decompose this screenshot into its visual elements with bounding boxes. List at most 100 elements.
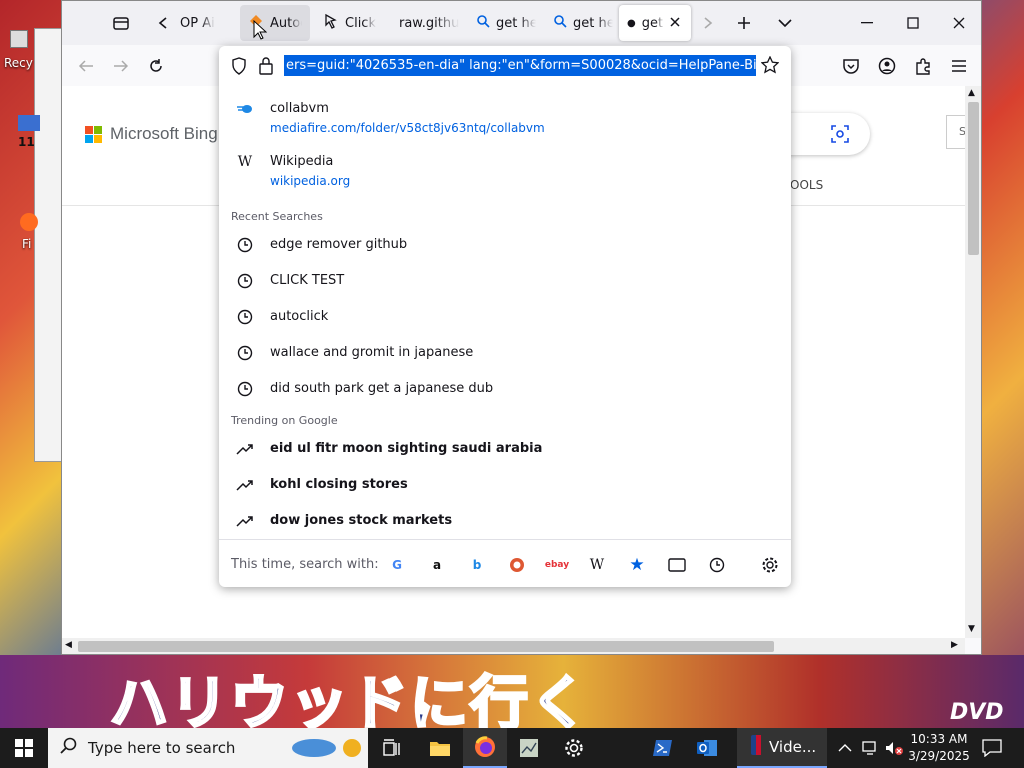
minimize-icon[interactable] bbox=[844, 1, 890, 45]
desktop-icon[interactable]: 11 bbox=[4, 115, 44, 149]
close-window-icon[interactable] bbox=[936, 1, 982, 45]
bookmark-star-icon[interactable] bbox=[760, 55, 780, 78]
recent-search-text: CLICK TEST bbox=[270, 273, 345, 288]
list-all-tabs-icon[interactable] bbox=[773, 11, 797, 35]
duckduckgo-icon[interactable] bbox=[506, 554, 528, 576]
trending-icon bbox=[236, 476, 254, 494]
suggestion-url: wikipedia.org bbox=[270, 174, 351, 188]
history-icon bbox=[236, 272, 254, 290]
bing-logo[interactable]: Microsoft Bing bbox=[85, 124, 218, 144]
clock-date: 3/29/2025 bbox=[908, 749, 970, 763]
task-view-icon[interactable] bbox=[370, 728, 414, 768]
forward-icon[interactable] bbox=[107, 53, 135, 79]
trending-item[interactable]: eid ul fitr moon sighting saudi arabia bbox=[219, 434, 791, 464]
video-app-button[interactable]: Vide... bbox=[737, 728, 827, 768]
recent-search-item[interactable]: did south park get a japanese dub bbox=[219, 374, 791, 404]
scroll-tabs-right-icon[interactable] bbox=[696, 11, 720, 35]
file-explorer-icon[interactable] bbox=[418, 728, 462, 768]
powershell-icon[interactable] bbox=[641, 728, 685, 768]
tab-label: OP Ai bbox=[180, 15, 215, 31]
trending-item[interactable]: kohl closing stores bbox=[219, 470, 791, 500]
recent-search-item[interactable]: edge remover github bbox=[219, 230, 791, 260]
scroll-up-icon[interactable]: ▲ bbox=[968, 88, 975, 98]
clock-time: 10:33 AM bbox=[910, 732, 968, 746]
app-icon[interactable] bbox=[507, 728, 551, 768]
horizontal-scroll-thumb[interactable] bbox=[78, 641, 774, 652]
sign-in-button[interactable]: S bbox=[946, 115, 966, 149]
firefox-taskbar-icon[interactable] bbox=[463, 728, 507, 768]
volume-muted-icon[interactable] bbox=[884, 728, 904, 768]
tab-autoclick[interactable]: Autoc bbox=[240, 5, 310, 41]
suggestion-wikipedia[interactable]: W Wikipedia wikipedia.org bbox=[219, 151, 791, 193]
tab-get-help-1[interactable]: get he bbox=[468, 5, 544, 41]
trending-item[interactable]: dow jones stock markets bbox=[219, 506, 791, 536]
bookmarks-icon[interactable]: ★ bbox=[626, 554, 648, 576]
network-icon[interactable] bbox=[862, 728, 880, 768]
scroll-left-icon[interactable]: ◀ bbox=[65, 640, 72, 650]
clock[interactable]: 10:33 AM 3/29/2025 bbox=[904, 731, 974, 765]
firefox-desktop-icon[interactable]: Fi bbox=[4, 213, 44, 251]
tabs-icon[interactable] bbox=[666, 554, 688, 576]
search-icon bbox=[476, 14, 490, 32]
show-hidden-icons[interactable] bbox=[838, 728, 852, 768]
new-tab-icon[interactable] bbox=[732, 11, 756, 35]
mediafire-icon bbox=[236, 100, 254, 118]
vertical-scroll-thumb[interactable] bbox=[968, 102, 979, 255]
firefox-window: OP Ai Autoc Click raw.githul get he get … bbox=[61, 0, 982, 655]
tracking-protection-icon[interactable] bbox=[231, 57, 247, 79]
outlook-icon[interactable] bbox=[685, 728, 729, 768]
suggestion-title: collabvm bbox=[270, 101, 329, 116]
firefox-view-icon[interactable] bbox=[109, 11, 133, 35]
tab-label: get he bbox=[496, 15, 536, 31]
url-input[interactable]: ers=guid:"4026535-en-dia" lang:"en"&form… bbox=[284, 55, 756, 76]
scroll-right-icon[interactable]: ▶ bbox=[951, 640, 958, 650]
wikipedia-engine-icon[interactable]: W bbox=[586, 554, 608, 576]
suggestion-collabvm[interactable]: collabvm mediafire.com/folder/v58ct8jv63… bbox=[219, 98, 791, 140]
tab-label: raw.githul bbox=[399, 15, 459, 31]
tools-link[interactable]: OOLS bbox=[790, 178, 823, 192]
search-settings-icon[interactable] bbox=[759, 554, 781, 576]
banner-dvd-text: DVD bbox=[950, 700, 1004, 725]
extensions-icon[interactable] bbox=[909, 53, 937, 79]
urlbar[interactable]: ers=guid:"4026535-en-dia" lang:"en"&form… bbox=[219, 46, 791, 86]
tab-op-ai[interactable]: OP Ai bbox=[172, 5, 242, 41]
recent-search-item[interactable]: wallace and gromit in japanese bbox=[219, 338, 791, 368]
scroll-down-icon[interactable]: ▼ bbox=[968, 624, 975, 634]
back-icon[interactable] bbox=[72, 53, 100, 79]
trending-text: eid ul fitr moon sighting saudi arabia bbox=[270, 441, 543, 456]
history-icon bbox=[236, 380, 254, 398]
bing-icon[interactable]: b bbox=[466, 554, 488, 576]
ebay-icon[interactable]: ebay bbox=[545, 554, 569, 576]
recent-search-text: edge remover github bbox=[270, 237, 408, 252]
notifications-icon[interactable] bbox=[982, 728, 1002, 768]
tab-click[interactable]: Click bbox=[315, 5, 387, 41]
tab-label: get bbox=[641, 15, 664, 31]
start-button[interactable] bbox=[2, 728, 46, 768]
history-icon bbox=[236, 344, 254, 362]
horizontal-scrollbar[interactable]: ◀ ▶ bbox=[62, 638, 965, 654]
taskbar-search[interactable]: Type here to search bbox=[48, 728, 368, 768]
trending-text: kohl closing stores bbox=[270, 477, 408, 492]
recent-search-item[interactable]: CLICK TEST bbox=[219, 266, 791, 296]
visual-search-icon[interactable] bbox=[830, 124, 850, 148]
recent-search-item[interactable]: autoclick bbox=[219, 302, 791, 332]
search-highlight-icon bbox=[290, 737, 362, 763]
history-engine-icon[interactable] bbox=[706, 554, 728, 576]
search-icon bbox=[553, 14, 567, 32]
google-icon[interactable]: G bbox=[386, 554, 408, 576]
lock-icon[interactable] bbox=[259, 57, 273, 79]
maximize-icon[interactable] bbox=[890, 1, 936, 45]
close-tab-icon[interactable] bbox=[670, 16, 680, 31]
tab-raw-github[interactable]: raw.githul bbox=[391, 5, 467, 41]
pocket-icon[interactable] bbox=[837, 53, 865, 79]
app-icon[interactable] bbox=[597, 728, 641, 768]
settings-icon[interactable] bbox=[552, 728, 596, 768]
vertical-scrollbar[interactable]: ▲ ▼ bbox=[965, 86, 981, 638]
account-icon[interactable] bbox=[873, 53, 901, 79]
tab-active[interactable]: ● get bbox=[619, 5, 691, 41]
tab-get-help-2[interactable]: get he bbox=[545, 5, 621, 41]
reload-icon[interactable] bbox=[142, 53, 170, 79]
recycle-bin-icon[interactable]: Recy bbox=[4, 30, 44, 70]
amazon-icon[interactable]: a bbox=[426, 554, 448, 576]
menu-icon[interactable] bbox=[945, 53, 973, 79]
